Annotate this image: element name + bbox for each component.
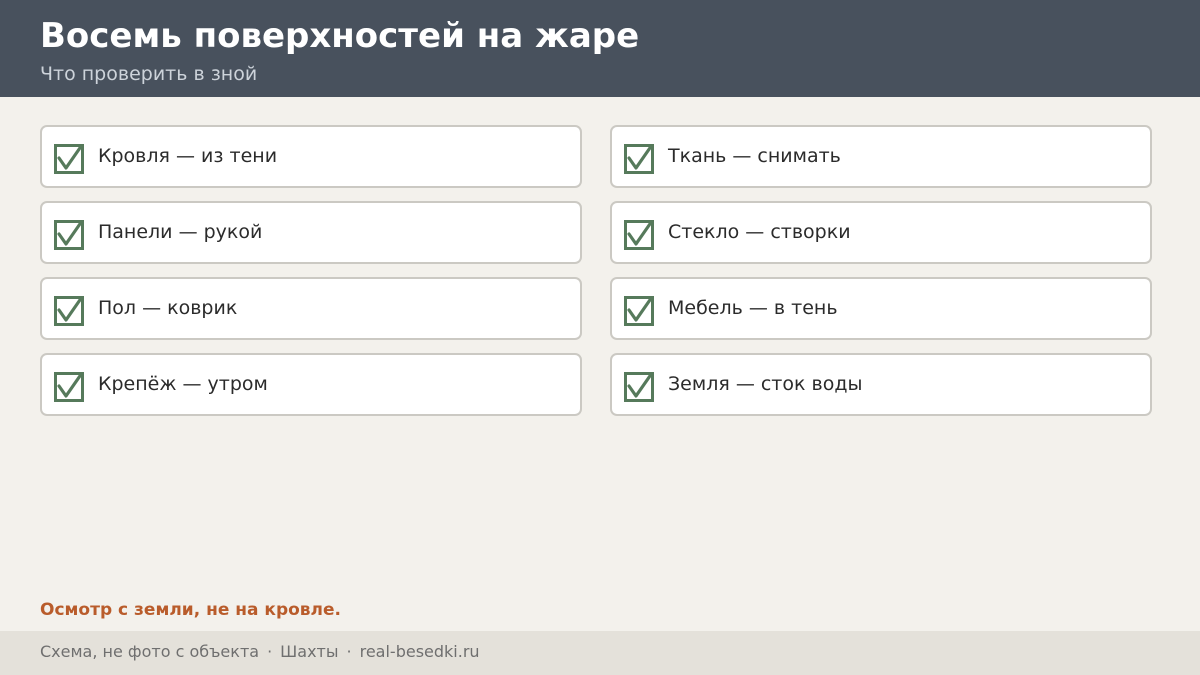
checklist-item: Панели — рукой <box>40 201 582 264</box>
checklist-item-label: Кровля — из тени <box>98 145 278 167</box>
checklist-item-label: Земля — сток воды <box>668 373 863 395</box>
footer-location: Шахты <box>280 642 339 661</box>
checklist-item-label: Стекло — створки <box>668 221 851 243</box>
footer-caption: Схема, не фото с объекта <box>40 642 260 661</box>
checklist-item-label: Крепёж — утром <box>98 373 268 395</box>
checkbox-checked-icon <box>54 220 84 250</box>
checklist-item-label: Мебель — в тень <box>668 297 838 319</box>
safety-note: Осмотр с земли, не на кровле. <box>40 600 341 620</box>
checkbox-checked-icon <box>624 372 654 402</box>
checkbox-checked-icon <box>624 220 654 250</box>
checkbox-checked-icon <box>624 144 654 174</box>
checklist-item: Земля — сток воды <box>610 353 1152 416</box>
checkbox-checked-icon <box>54 372 84 402</box>
checklist-item: Пол — коврик <box>40 277 582 340</box>
header-bar: Восемь поверхностей на жаре Что проверит… <box>0 0 1200 97</box>
checklist-item-label: Ткань — снимать <box>668 145 841 167</box>
checkbox-checked-icon <box>624 296 654 326</box>
footer-separator: · <box>346 642 352 661</box>
footer-site: real-besedki.ru <box>359 642 480 661</box>
checklist-item-label: Панели — рукой <box>98 221 263 243</box>
footer-bar: Схема, не фото с объекта · Шахты · real-bese… <box>0 631 1200 675</box>
checklist-item: Кровля — из тени <box>40 125 582 188</box>
checklist-item-label: Пол — коврик <box>98 297 238 319</box>
checklist-item: Мебель — в тень <box>610 277 1152 340</box>
checkbox-checked-icon <box>54 144 84 174</box>
checklist-item: Стекло — створки <box>610 201 1152 264</box>
page-title: Восемь поверхностей на жаре <box>40 16 640 56</box>
checklist-item: Крепёж — утром <box>40 353 582 416</box>
footer-separator: · <box>267 642 273 661</box>
footer-credits: Схема, не фото с объекта · Шахты · real-bese… <box>40 641 480 663</box>
checkbox-checked-icon <box>54 296 84 326</box>
page-subtitle: Что проверить в зной <box>40 63 258 85</box>
checklist-item: Ткань — снимать <box>610 125 1152 188</box>
